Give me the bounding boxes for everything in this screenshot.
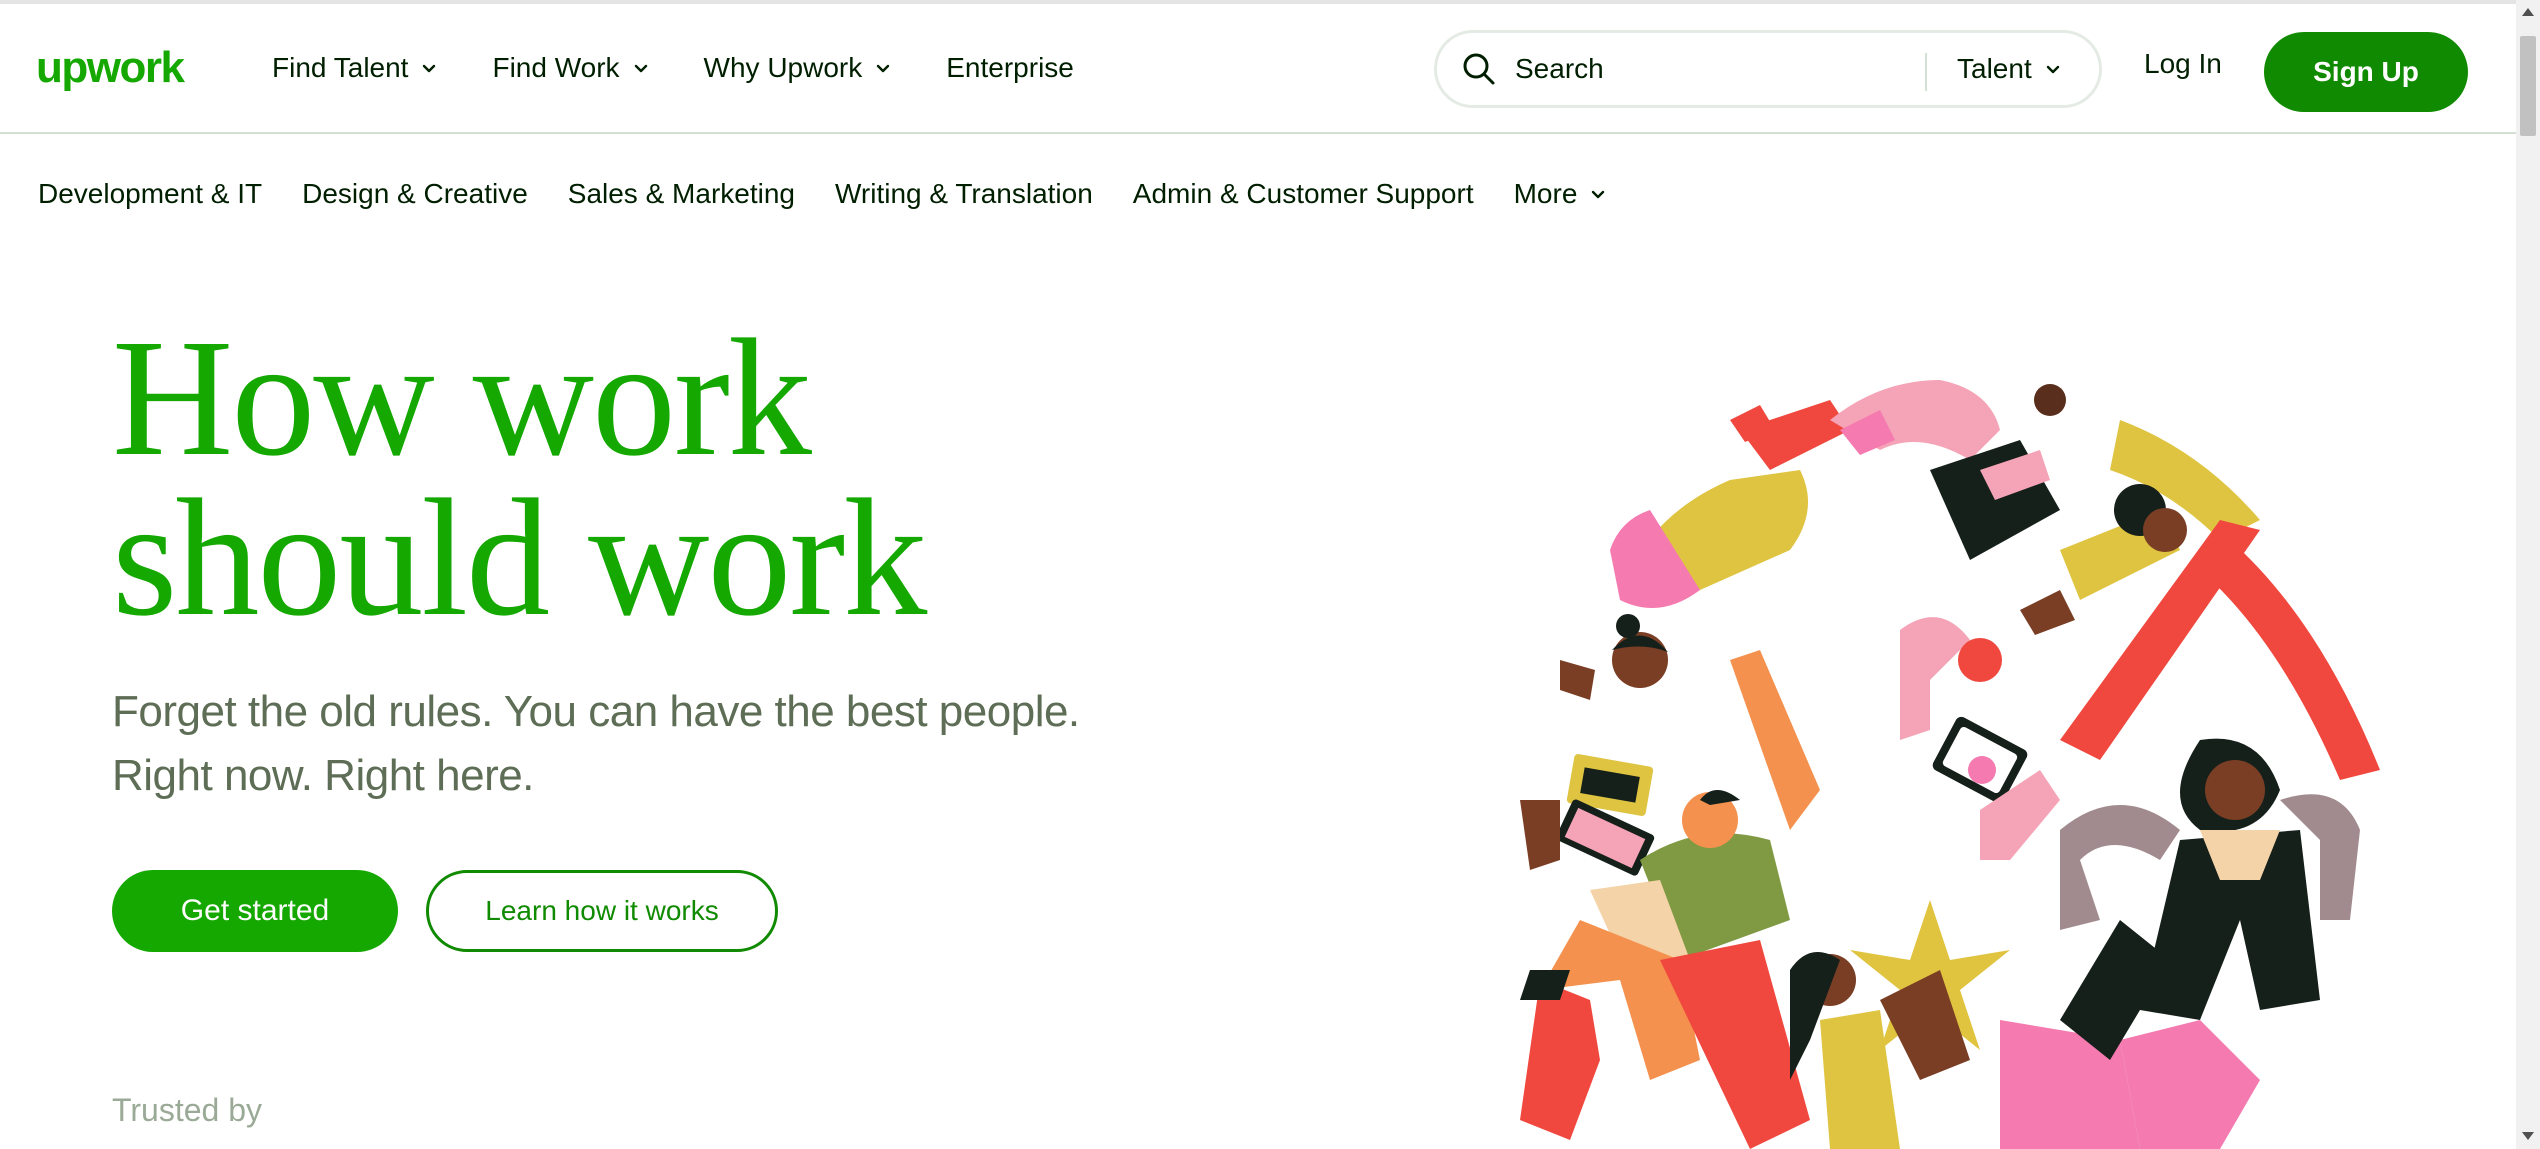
nav-enterprise-label: Enterprise	[946, 52, 1074, 83]
search-scope-dropdown[interactable]: Talent	[1957, 33, 2062, 105]
search-scope-label: Talent	[1957, 53, 2032, 84]
page-scrollbar[interactable]	[2516, 0, 2540, 1149]
chevron-down-icon	[423, 64, 436, 73]
get-started-button[interactable]: Get started	[112, 870, 398, 952]
search-input[interactable]	[1513, 52, 1897, 86]
logo-wordmark: upwork	[36, 44, 185, 92]
hero-headline: How work should work	[112, 305, 927, 651]
search-divider	[1925, 53, 1927, 91]
search-bar: Talent	[1434, 30, 2102, 108]
signup-button[interactable]: Sign Up	[2264, 32, 2468, 112]
category-more[interactable]: More	[1514, 178, 1608, 210]
upwork-logo[interactable]: upwork	[36, 44, 202, 98]
category-nav: Development & IT Design & Creative Sales…	[38, 178, 1607, 210]
hero-illustration	[1500, 360, 2440, 1149]
login-link[interactable]: Log In	[2144, 48, 2222, 80]
search-icon	[1463, 53, 1495, 85]
category-more-label: More	[1513, 178, 1578, 209]
chevron-down-icon	[634, 64, 647, 73]
nav-find-talent[interactable]: Find Talent	[272, 52, 438, 84]
category-development-it[interactable]: Development & IT	[38, 178, 262, 210]
hero-sub-line1: Forget the old rules. You can have the b…	[112, 687, 1080, 736]
nav-enterprise[interactable]: Enterprise	[946, 52, 1074, 84]
learn-how-it-works-button[interactable]: Learn how it works	[426, 870, 778, 952]
nav-find-work-label: Find Work	[492, 52, 620, 83]
trusted-by-label: Trusted by	[112, 1092, 262, 1128]
site-header: upwork Find Talent Find Work Why Upwork …	[0, 4, 2516, 134]
hero-headline-line2: should work	[112, 465, 927, 651]
scroll-down-arrow-icon[interactable]	[2522, 1132, 2534, 1140]
nav-why-upwork-label: Why Upwork	[703, 52, 863, 83]
hero-sub-line2: Right now. Right here.	[112, 751, 534, 800]
scroll-up-arrow-icon[interactable]	[2522, 8, 2534, 16]
chevron-down-icon	[1592, 190, 1605, 199]
hero-subheadline: Forget the old rules. You can have the b…	[112, 680, 1080, 808]
category-design-creative[interactable]: Design & Creative	[302, 178, 528, 210]
main-nav: Find Talent Find Work Why Upwork Enterpr…	[272, 4, 1074, 132]
illustration-figures	[1520, 380, 2380, 1149]
nav-find-work[interactable]: Find Work	[492, 52, 649, 84]
category-writing-translation[interactable]: Writing & Translation	[835, 178, 1093, 210]
hero-headline-line1: How work	[112, 305, 812, 491]
chevron-down-icon	[2046, 65, 2059, 74]
scrollbar-thumb[interactable]	[2520, 36, 2536, 136]
category-sales-marketing[interactable]: Sales & Marketing	[568, 178, 795, 210]
nav-find-talent-label: Find Talent	[272, 52, 409, 83]
nav-why-upwork[interactable]: Why Upwork	[704, 52, 893, 84]
chevron-down-icon	[877, 64, 890, 73]
category-admin-support[interactable]: Admin & Customer Support	[1133, 178, 1474, 210]
